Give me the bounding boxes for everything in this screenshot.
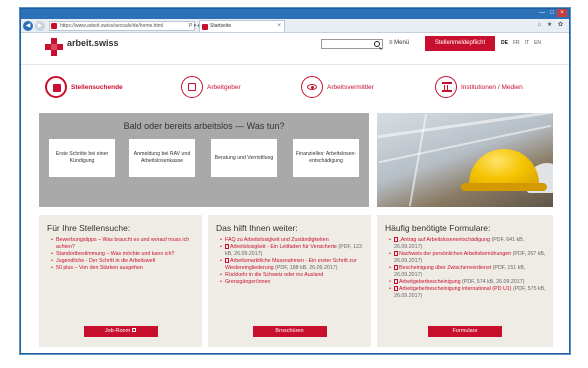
- group-label: Institutionen / Medien: [461, 83, 523, 91]
- group-arbeitsvermittler[interactable]: Arbeitsvermittler: [301, 75, 374, 99]
- language-switcher: DE FR IT EN: [501, 40, 541, 46]
- pdf-icon: [394, 265, 398, 270]
- list-item[interactable]: Arbeitslosigkeit - Ein Leitfaden für Ver…: [220, 244, 365, 258]
- site-favicon-icon: [51, 23, 57, 29]
- list-item[interactable]: Rückkehr in die Schweiz oder ins Ausland: [220, 272, 365, 279]
- pdf-icon: [394, 279, 398, 284]
- list-item[interactable]: Arbeitsmarktliche Massnahmen - Ein erste…: [220, 258, 365, 272]
- pdf-icon: [394, 251, 398, 256]
- group-stellensuchende[interactable]: Stellensuchende: [45, 75, 123, 99]
- address-bar: ◀ ▶ https://www.arbeit.swiss/secoalv/de/…: [21, 19, 569, 33]
- link-list: Bewerbungstipps – Was braucht es und wor…: [51, 237, 196, 272]
- logo-text[interactable]: arbeit.swiss: [67, 38, 119, 48]
- browser-toolbar-icons[interactable]: ⌂ ★ ✿: [538, 21, 565, 28]
- maximize-button[interactable]: □: [547, 9, 557, 17]
- external-link-icon: [132, 328, 137, 332]
- list-item[interactable]: FAQ zu Arbeitslosigkeit und Zuständigkei…: [220, 237, 365, 244]
- box-title: Für Ihre Stellensuche:: [47, 223, 131, 233]
- institution-icon: [435, 76, 457, 98]
- url-input[interactable]: https://www.arbeit.swiss/secoalv/de/home…: [49, 21, 195, 31]
- group-label: Arbeitgeber: [207, 83, 241, 91]
- list-item[interactable]: Jugendliche - Der Schritt in die Arbeits…: [51, 258, 196, 265]
- list-item[interactable]: Arbeitgeberbescheinigung (PDF, 574 kB, 2…: [389, 279, 547, 286]
- link-list: FAQ zu Arbeitslosigkeit und Zuständigkei…: [220, 237, 365, 286]
- minimize-button[interactable]: —: [537, 9, 547, 17]
- job-room-button[interactable]: Job-Room: [83, 326, 158, 337]
- hero-panel: Bald oder bereits arbeitslos — Was tun? …: [39, 113, 369, 207]
- browser-window: — □ × ◀ ▶ https://www.arbeit.swiss/secoa…: [20, 8, 570, 354]
- list-item[interactable]: Arbeitgeberbescheinigung international (…: [389, 286, 547, 300]
- forward-button[interactable]: ▶: [35, 21, 45, 31]
- list-item[interactable]: 50 plus – Von den Stärken ausgehen: [51, 265, 196, 272]
- group-arbeitgeber[interactable]: Arbeitgeber: [181, 75, 241, 99]
- group-label: Stellensuchende: [71, 83, 123, 91]
- list-item[interactable]: Bewerbungstipps – Was braucht es und wor…: [51, 237, 196, 251]
- link-list: „Antrag auf Arbeitslosenentschädigung (P…: [389, 237, 547, 300]
- list-item[interactable]: Nachweis der persönlichen Arbeitsbemühun…: [389, 251, 547, 265]
- box-title: Häufig benötigte Formulare:: [385, 223, 491, 233]
- title-bar: — □ ×: [21, 9, 569, 19]
- formulare-button[interactable]: Formulare: [428, 326, 502, 337]
- box-title: Das hilft Ihnen weiter:: [216, 223, 298, 233]
- hero-link-finanzielles[interactable]: Finanzielles: Arbeitslosen-entschädigung: [293, 139, 359, 177]
- pdf-icon: [394, 237, 398, 242]
- tab-favicon-icon: [202, 24, 208, 30]
- hero-title: Bald oder bereits arbeitslos — Was tun?: [123, 121, 285, 131]
- pdf-icon: [225, 244, 229, 249]
- pdf-icon: [225, 258, 229, 263]
- group-institutionen-medien[interactable]: Institutionen / Medien: [435, 75, 523, 99]
- logo-icon[interactable]: [45, 38, 63, 56]
- target-group-nav: Stellensuchende Arbeitgeber Arbeitsvermi…: [21, 67, 569, 111]
- pdf-icon: [394, 286, 398, 291]
- list-item[interactable]: Bescheinigung über Zwischenverdienst (PD…: [389, 265, 547, 279]
- list-item[interactable]: „Antrag auf Arbeitslosenentschädigung (P…: [389, 237, 547, 251]
- stellenmeldepflicht-button[interactable]: Stellenmeldepflicht: [425, 36, 495, 51]
- browser-tab[interactable]: Startseite ×: [199, 20, 285, 32]
- search-icon[interactable]: [374, 41, 380, 47]
- tab-close-icon[interactable]: ×: [277, 21, 281, 32]
- lang-fr[interactable]: FR: [513, 40, 520, 46]
- building-icon: [181, 76, 203, 98]
- list-item[interactable]: Standortbestimmung – Was möchte und kann…: [51, 251, 196, 258]
- back-button[interactable]: ◀: [23, 21, 33, 31]
- hero-image: [377, 113, 553, 207]
- lang-en[interactable]: EN: [534, 40, 541, 46]
- search-input[interactable]: [321, 39, 383, 49]
- eye-icon: [301, 76, 323, 98]
- group-label: Arbeitsvermittler: [327, 83, 374, 91]
- box-stellensuche: Für Ihre Stellensuche: Bewerbungstipps –…: [39, 215, 202, 347]
- box-hilfe: Das hilft Ihnen weiter: FAQ zu Arbeitslo…: [208, 215, 371, 347]
- box-formulare: Häufig benötigte Formulare: „Antrag auf …: [377, 215, 553, 347]
- site-header: arbeit.swiss ≡ Menü Stellenmeldepflicht …: [21, 33, 569, 65]
- menu-button[interactable]: ≡ Menü: [389, 40, 409, 46]
- jobseeker-icon: [45, 76, 67, 98]
- hero-link-kuendigung[interactable]: Erste Schritte bei einer Kündigung: [49, 139, 115, 177]
- close-window-button[interactable]: ×: [557, 9, 567, 17]
- hero-link-beratung[interactable]: Beratung und Vermittlung: [211, 139, 277, 177]
- broschueren-button[interactable]: Broschüren: [252, 326, 327, 337]
- lang-de[interactable]: DE: [501, 40, 508, 46]
- window-controls: — □ ×: [537, 9, 567, 17]
- tab-title: Startseite: [210, 23, 232, 29]
- lang-it[interactable]: IT: [525, 40, 529, 46]
- hero-link-anmeldung[interactable]: Anmeldung bei RAV und Arbeitslosenkasse: [129, 139, 195, 177]
- list-item[interactable]: Grenzgänger/innen: [220, 279, 365, 286]
